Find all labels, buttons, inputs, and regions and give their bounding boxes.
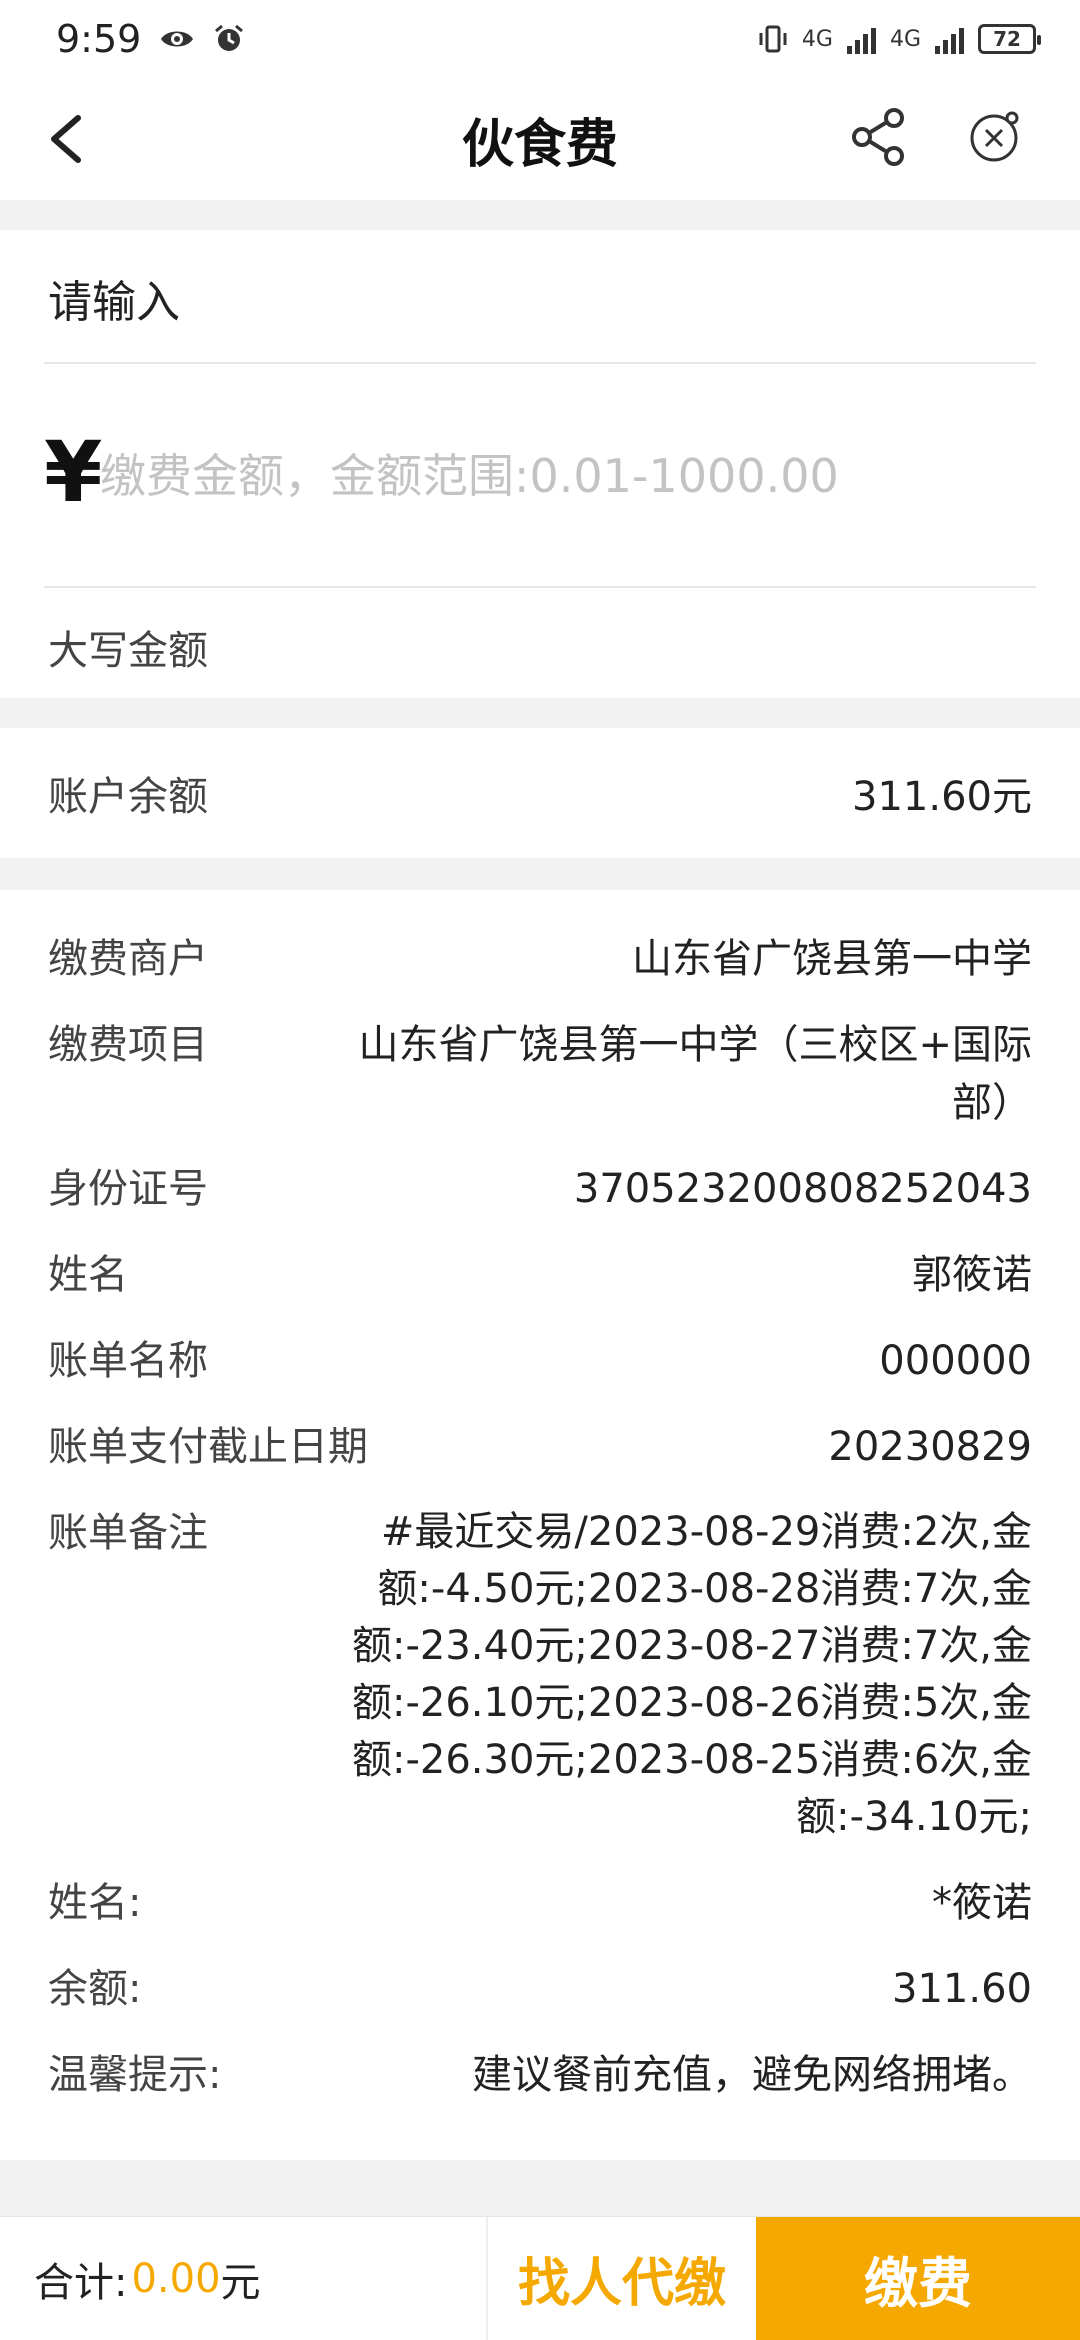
detail-row-merchant: 缴费商户 山东省广饶县第一中学 — [48, 930, 1032, 988]
vibrate-icon — [759, 25, 787, 53]
masked-name-value: *筱诺 — [932, 1880, 1032, 1926]
id-number-label: 身份证号 — [48, 1166, 208, 1212]
detail-row-balance: 余额: 311.60 — [48, 1960, 1032, 2018]
id-number-value: 370523200808252043 — [573, 1166, 1032, 1212]
total-label: 合计: — [34, 2259, 128, 2306]
nav-bar: 伙食费 — [0, 78, 1080, 200]
deadline-label: 账单支付截止日期 — [48, 1424, 368, 1470]
tip-value: 建议餐前充值，避免网络拥堵。 — [472, 2052, 1032, 2098]
balance-value: 311.60元 — [852, 774, 1032, 820]
memo-value: #最近交易/2023-08-29消费:2次,金额:-4.50元;2023-08-… — [352, 1509, 1032, 1840]
signal-icon-2 — [935, 24, 964, 54]
bill-name-label: 账单名称 — [48, 1338, 208, 1384]
memo-label: 账单备注 — [48, 1510, 208, 1556]
bill-name-value: 000000 — [879, 1338, 1032, 1384]
merchant-value: 山东省广饶县第一中学 — [632, 936, 1032, 982]
detail-row-name-masked: 姓名: *筱诺 — [48, 1874, 1032, 1932]
status-left: 9:59 — [56, 17, 245, 61]
network-label-1: 4G — [801, 26, 833, 52]
signal-icon-1 — [846, 24, 876, 54]
share-icon[interactable] — [846, 104, 912, 170]
eye-icon — [161, 31, 194, 47]
pay-button[interactable]: 缴费 — [756, 2217, 1080, 2340]
detail-row-name: 姓名 郭筱诺 — [48, 1246, 1032, 1304]
remaining-balance-label: 余额: — [48, 1966, 142, 2012]
total-unit: 元 — [220, 2259, 261, 2306]
back-arrow-icon[interactable] — [40, 106, 100, 172]
detail-row-tip: 温馨提示: 建议餐前充值，避免网络拥堵。 — [48, 2046, 1032, 2104]
amount-input[interactable] — [100, 436, 1020, 516]
status-right: 4G 4G 72 — [758, 24, 1041, 54]
status-bar: 9:59 4G 4G 72 — [0, 0, 1080, 78]
input-label: 请输入 — [48, 277, 180, 328]
balance-card: 账户余额 311.60元 — [0, 728, 1080, 858]
detail-row-bill-name: 账单名称 000000 — [48, 1332, 1032, 1390]
page-title: 伙食费 — [461, 114, 618, 175]
divider — [44, 586, 1036, 588]
total-summary: 合计: 0.00 元 — [0, 2217, 488, 2340]
bill-details-card: 缴费商户 山东省广饶县第一中学 缴费项目 山东省广饶县第一中学（三校区+国际部）… — [0, 890, 1080, 2160]
masked-name-label: 姓名: — [48, 1880, 142, 1926]
total-amount: 0.00 — [131, 2255, 221, 2302]
name-label: 姓名 — [48, 1252, 128, 1298]
detail-row-memo: 账单备注 #最近交易/2023-08-29消费:2次,金额:-4.50元;202… — [48, 1504, 1032, 1846]
remaining-balance-value: 311.60 — [892, 1966, 1032, 2012]
battery-icon: 72 — [978, 24, 1041, 54]
balance-label: 账户余额 — [48, 774, 208, 820]
bottom-action-bar: 合计: 0.00 元 找人代缴 缴费 — [0, 2216, 1080, 2340]
item-label: 缴费项目 — [48, 1022, 208, 1068]
uppercase-amount-label: 大写金额 — [48, 628, 208, 674]
alarm-icon — [215, 24, 244, 51]
network-label-2: 4G — [889, 26, 921, 52]
merchant-label: 缴费商户 — [48, 936, 208, 982]
detail-row-deadline: 账单支付截止日期 20230829 — [48, 1418, 1032, 1476]
payment-input-card: 请输入 ¥ 大写金额 — [0, 230, 1080, 698]
item-value: 山东省广饶县第一中学（三校区+国际部） — [358, 1022, 1032, 1126]
deadline-value: 20230829 — [828, 1424, 1032, 1470]
proxy-pay-button[interactable]: 找人代缴 — [488, 2217, 756, 2340]
detail-row-item: 缴费项目 山东省广饶县第一中学（三校区+国际部） — [48, 1016, 1032, 1132]
close-icon[interactable] — [962, 106, 1026, 170]
tip-label: 温馨提示: — [48, 2052, 222, 2098]
currency-symbol: ¥ — [44, 423, 103, 521]
detail-row-id: 身份证号 370523200808252043 — [48, 1160, 1032, 1218]
name-value: 郭筱诺 — [912, 1252, 1032, 1298]
status-time: 9:59 — [56, 17, 142, 61]
divider — [44, 362, 1036, 364]
